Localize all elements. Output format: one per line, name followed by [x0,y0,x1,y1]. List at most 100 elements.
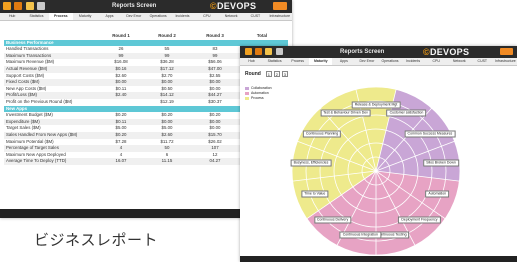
table-cell: $15.70 [208,131,222,137]
nav-tab[interactable]: Apps [332,58,355,65]
nav-tabs: Hub Statistics Process Maturity Apps Dev Erro… [240,58,517,66]
window-title: Reports Screen [112,3,157,9]
category-label: Automation [425,190,450,198]
table-cell: $17.12 [160,65,174,71]
table-cell: $0.00 [115,79,127,85]
table-cell: 107 [211,145,219,151]
table-cell: 16.07 [115,158,127,164]
alert-icon[interactable] [255,48,262,55]
nav-tab[interactable]: Process [286,58,309,65]
table-cell: 83 [212,46,218,52]
menu-button[interactable] [273,2,287,10]
table-cell: $56.06 [208,59,222,65]
column-header: Total [256,33,268,38]
table-cell: $5.00 [115,125,127,131]
table-cell: Target Sales ($M) [6,125,41,131]
table-cell: 4 [119,145,123,151]
nav-tab[interactable]: Network [219,13,243,20]
table-cell: Maximum Potential ($M) [6,138,54,144]
nav-tab[interactable]: Infrastructure [494,58,517,65]
alert-icon[interactable] [14,2,22,10]
nav-tab[interactable]: Maturity [309,58,333,65]
table-cell: 04.27 [209,158,221,164]
nav-tab[interactable]: CUST [243,13,267,20]
nav-tab[interactable]: Statistics [263,58,286,65]
table-cell: $0.11 [115,118,127,124]
table-cell: Maximum Revenue ($M) [6,59,55,65]
menu-button[interactable] [500,48,513,55]
home-icon[interactable] [245,48,252,55]
category-label: Continuous Planning [302,130,342,138]
nav-tab[interactable]: Network [448,58,471,65]
table-cell: $0.20 [115,112,127,118]
money-icon[interactable] [265,48,272,55]
devops-logo: ©DEVOPS [210,1,257,11]
legend-swatch [245,97,249,100]
nav-tab[interactable]: Process [48,13,73,20]
nav-tab[interactable]: Incidents [402,58,425,65]
nav-tab[interactable]: Dev Error [122,13,146,20]
category-label: Continuous Delivery [313,216,352,224]
table-cell: $5.00 [161,125,173,131]
table-cell: $26.02 [208,138,222,144]
nav-tab[interactable]: Statistics [24,13,48,20]
nav-tab[interactable]: Operations [378,58,401,65]
round-1-button[interactable]: 1 [265,71,272,77]
table-cell: 4 [119,151,123,157]
category-label: Continuous Integration [339,231,381,239]
nav-tab[interactable]: Infrastructure [268,13,292,20]
table-cell: Maximum Transactions [6,52,52,58]
table-cell: Percentage of Target Sales [6,145,59,151]
table-cell: $2.60 [161,131,173,137]
table-header-row: Round 1 Round 2 Round 3 Total [4,33,288,40]
caption-text: ビジネスレポート [34,232,159,249]
nav-tab[interactable]: Hub [240,58,263,65]
nav-tab[interactable]: Operations [146,13,170,20]
round-3-button[interactable]: 3 [281,71,288,77]
table-cell: $0.20 [161,112,173,118]
table-cell: $2.70 [161,72,173,78]
chart-legend: Collaboration Automation Process [245,86,285,101]
nav-tab[interactable]: Hub [0,13,24,20]
table-cell: $47.00 [208,65,222,71]
document-icon[interactable] [276,48,283,55]
legend-item: Process [245,96,285,101]
table-cell: $0.00 [209,118,221,124]
table-cell: 99 [212,52,218,58]
round-label: Round [245,71,261,77]
category-label: Deployment Frequency [398,216,441,224]
table-cell: 12 [212,151,218,157]
nav-tab[interactable]: CPU [425,58,448,65]
legend-label: Collaboration [251,86,272,90]
table-cell: Maximum New Apps Deployed [6,151,66,157]
nav-tab[interactable]: CPU [195,13,219,20]
column-header: Round 2 [158,33,176,38]
table-cell: $0.00 [209,85,221,91]
category-label: Release & Deployment Mgt [351,101,401,109]
home-icon[interactable] [3,2,11,10]
nav-tab[interactable]: Incidents [170,13,194,20]
money-icon[interactable] [26,2,34,10]
document-icon[interactable] [37,2,45,10]
category-label: Silos Broken Down [423,159,459,167]
table-cell: Sales Handled From New Apps ($M) [6,131,78,137]
table-cell: Profit/Loss ($M) [6,92,37,98]
table-cell: $16.08 [114,59,128,65]
nav-tab[interactable]: CUST [471,58,494,65]
window-title: Reports Screen [340,49,385,55]
table-cell: Expenditure ($M) [6,118,40,124]
title-bar: Reports Screen ©DEVOPS [240,46,517,58]
table-cell: 99 [118,52,124,58]
nav-tab[interactable]: Maturity [73,13,97,20]
table-cell: 99 [164,52,170,58]
round-2-button[interactable]: 2 [273,71,280,77]
devops-logo: ©DEVOPS [423,47,470,57]
nav-tab[interactable]: Dev Error [355,58,378,65]
table-cell: $0.00 [161,118,173,124]
table-cell: $2.40 [115,92,127,98]
column-header: Round 3 [206,33,224,38]
maturity-report-window: Reports Screen ©DEVOPS Hub Statistics Proc… [240,46,517,262]
nav-tab[interactable]: Apps [97,13,121,20]
table-cell: $0.50 [161,85,173,91]
table-cell: Fixed Costs ($M) [6,79,40,85]
